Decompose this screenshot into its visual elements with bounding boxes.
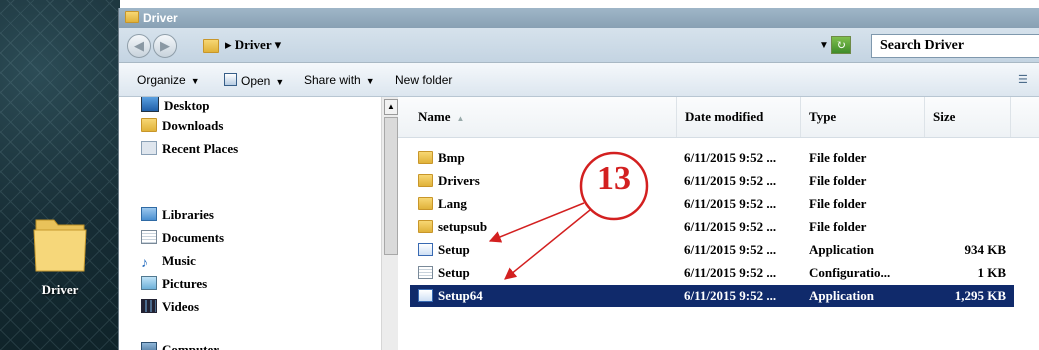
column-header-size[interactable]: Size (925, 97, 1011, 137)
nav-item-downloads[interactable]: Downloads (141, 118, 223, 138)
file-list: Name ▲ Date modified Type Size Bmp 6/11/2… (398, 97, 1039, 350)
file-date: 6/11/2015 9:52 ... (684, 242, 777, 257)
file-row-selected[interactable]: Setup64 6/11/2015 9:52 ... Application 1… (410, 285, 1014, 307)
callout-number: 13 (597, 160, 631, 197)
nav-item-pictures[interactable]: Pictures (141, 276, 207, 296)
config-file-icon (418, 266, 433, 279)
file-date: 6/11/2015 9:52 ... (684, 150, 777, 165)
column-header-date[interactable]: Date modified (677, 97, 801, 137)
driver-folder-desktop-icon[interactable] (30, 210, 90, 274)
file-name: Setup (438, 242, 470, 257)
new-folder-label: New folder (395, 73, 453, 87)
breadcrumb[interactable]: ▸ Driver ▾ (225, 37, 281, 53)
title-bar[interactable]: Driver (119, 8, 1039, 28)
open-icon (224, 73, 237, 86)
chevron-down-icon: ▼ (275, 77, 285, 87)
view-options-icon[interactable]: ☰ (1018, 73, 1030, 86)
file-type: File folder (809, 196, 867, 211)
nav-item-desktop[interactable]: Desktop (141, 97, 210, 116)
file-date: 6/11/2015 9:52 ... (684, 219, 777, 234)
file-type: File folder (809, 150, 867, 165)
organize-button[interactable]: Organize ▼ (137, 73, 200, 87)
column-header-type[interactable]: Type (801, 97, 925, 137)
scroll-thumb[interactable] (384, 117, 398, 255)
file-size: 1 KB (977, 265, 1006, 280)
file-type: Configuratio... (809, 265, 891, 280)
pictures-icon (141, 276, 157, 290)
window-title: Driver (143, 11, 178, 25)
file-date: 6/11/2015 9:52 ... (684, 265, 777, 280)
documents-icon (141, 230, 157, 244)
search-input[interactable]: Search Driver (871, 34, 1039, 58)
folder-icon (203, 39, 219, 53)
file-size: 1,295 KB (954, 288, 1006, 303)
nav-item-music[interactable]: ♪ Music (141, 253, 196, 273)
column-header-name[interactable]: Name ▲ (398, 97, 677, 137)
back-button[interactable]: ◀ (127, 34, 151, 58)
refresh-button[interactable]: ↻ (831, 36, 851, 54)
file-date: 6/11/2015 9:52 ... (684, 173, 777, 188)
file-row[interactable]: Bmp 6/11/2015 9:52 ... File folder (410, 147, 1014, 169)
nav-item-videos[interactable]: Videos (141, 299, 199, 319)
desktop-background: Driver (0, 0, 120, 350)
nav-item-computer[interactable]: Computer (141, 342, 219, 350)
file-name: Drivers (438, 173, 480, 188)
open-button[interactable]: Open ▼ (224, 73, 284, 88)
file-row[interactable]: Setup 6/11/2015 9:52 ... Configuratio...… (410, 262, 1014, 284)
desktop-icon-label[interactable]: Driver (0, 282, 120, 298)
file-row[interactable]: Drivers 6/11/2015 9:52 ... File folder (410, 170, 1014, 192)
folder-icon (418, 151, 433, 164)
setup-app-icon (418, 243, 433, 256)
nav-item-libraries[interactable]: Libraries (141, 207, 214, 227)
file-name: Bmp (438, 150, 465, 165)
address-field[interactable]: ▸ Driver ▾ (193, 34, 815, 58)
folder-icon (418, 174, 433, 187)
file-name: Lang (438, 196, 467, 211)
desktop-icon (141, 97, 159, 112)
forward-button[interactable]: ▶ (153, 34, 177, 58)
file-row[interactable]: Lang 6/11/2015 9:52 ... File folder (410, 193, 1014, 215)
navigation-pane: Desktop Downloads Recent Places Librarie… (119, 97, 393, 350)
nav-item-documents[interactable]: Documents (141, 230, 224, 250)
command-bar: Organize ▼ Open ▼ Share with ▼ New folder ☰ (119, 63, 1039, 97)
chevron-down-icon: ▼ (365, 76, 375, 86)
setup-app-icon (418, 289, 433, 302)
new-folder-button[interactable]: New folder (395, 73, 452, 87)
sort-ascending-icon: ▲ (456, 114, 465, 123)
address-history-dropdown[interactable]: ▼ (819, 40, 829, 51)
column-header-row: Name ▲ Date modified Type Size (398, 97, 1039, 138)
file-type: Application (809, 242, 875, 257)
recent-places-icon (141, 141, 157, 155)
file-type: Application (809, 288, 875, 303)
libraries-icon (141, 207, 157, 221)
folder-icon (125, 11, 139, 23)
scroll-up-arrow-icon[interactable]: ▲ (384, 99, 398, 115)
file-date: 6/11/2015 9:52 ... (684, 288, 777, 303)
file-type: File folder (809, 219, 867, 234)
file-row[interactable]: setupsub 6/11/2015 9:52 ... File folder (410, 216, 1014, 238)
file-type: File folder (809, 173, 867, 188)
navigation-scrollbar[interactable]: ▲ (381, 97, 398, 350)
file-name: Setup64 (438, 288, 483, 303)
file-name: Setup (438, 265, 470, 280)
downloads-icon (141, 118, 157, 132)
nav-item-recent-places[interactable]: Recent Places (141, 141, 238, 161)
file-row[interactable]: Setup 6/11/2015 9:52 ... Application 934… (410, 239, 1014, 261)
open-label: Open (241, 74, 271, 88)
file-size: 934 KB (964, 242, 1006, 257)
organize-label: Organize (137, 73, 186, 87)
share-with-label: Share with (304, 73, 361, 87)
address-bar-area: ◀ ▶ ▸ Driver ▾ ▼ ↻ Search Driver (119, 28, 1039, 63)
folder-icon (418, 220, 433, 233)
chevron-down-icon: ▼ (190, 76, 200, 86)
music-icon: ♪ (141, 256, 148, 271)
file-date: 6/11/2015 9:52 ... (684, 196, 777, 211)
videos-icon (141, 299, 157, 313)
folder-icon (418, 197, 433, 210)
computer-icon (141, 342, 157, 350)
file-name: setupsub (438, 219, 488, 234)
share-with-button[interactable]: Share with ▼ (304, 73, 375, 87)
